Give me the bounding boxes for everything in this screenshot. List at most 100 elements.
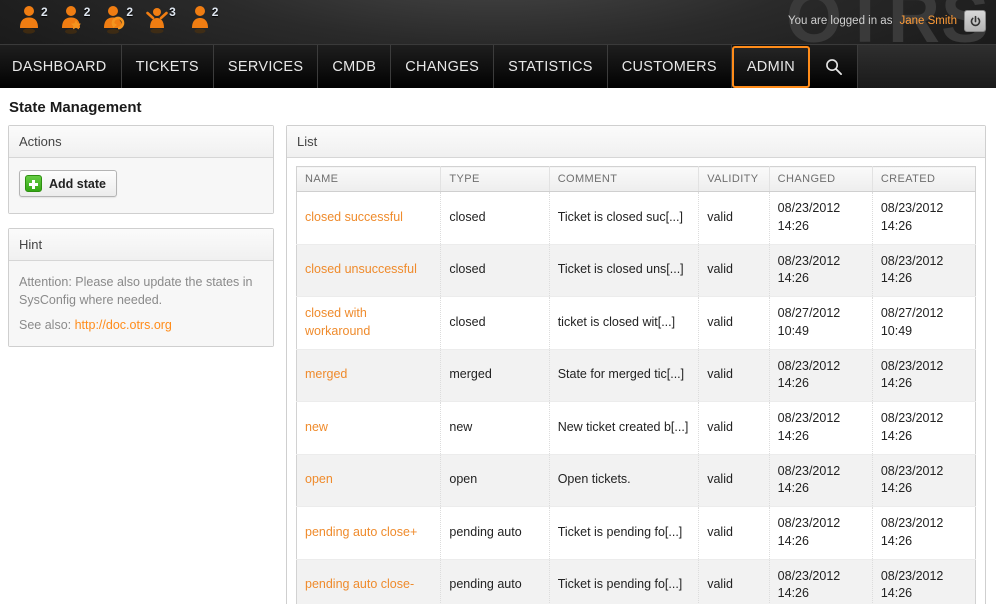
login-prefix-label: You are logged in as <box>788 15 892 27</box>
cell-name: closed successful <box>297 192 441 245</box>
table-row[interactable]: closed with workaroundclosedticket is cl… <box>297 297 976 350</box>
toolbar-badge-count: 2 <box>41 5 48 19</box>
cell-created: 08/23/2012 14:26 <box>872 559 975 604</box>
page-title: State Management <box>0 88 996 125</box>
actions-widget-title: Actions <box>9 126 273 158</box>
hint-see-also-label: See also: <box>19 318 71 332</box>
table-row[interactable]: pending auto close+ pending autoTicket is… <box>297 507 976 560</box>
cell-type: merged <box>441 349 549 402</box>
cell-type: pending auto <box>441 559 549 604</box>
add-state-button[interactable]: Add state <box>19 170 117 197</box>
hint-widget: Hint Attention: Please also update the s… <box>8 228 274 347</box>
toolbar-item-person[interactable]: 2 <box>18 4 48 34</box>
actions-widget: Actions Add state <box>8 125 274 214</box>
cell-type: pending auto <box>441 507 549 560</box>
table-row[interactable]: closed successfulclosedTicket is closed … <box>297 192 976 245</box>
list-widget-title: List <box>287 126 985 158</box>
table-row[interactable]: newnewNew ticket created b[...]valid08/2… <box>297 402 976 455</box>
column-header-type[interactable]: TYPE <box>441 167 549 192</box>
cell-created: 08/23/2012 14:26 <box>872 192 975 245</box>
nav-item-changes[interactable]: CHANGES <box>391 45 494 88</box>
nav-search-button[interactable] <box>810 45 858 88</box>
state-name-link[interactable]: open <box>305 472 333 486</box>
nav-item-label: SERVICES <box>228 45 303 88</box>
cell-name: pending auto close- <box>297 559 441 604</box>
table-row[interactable]: closed unsuccessfulclosedTicket is close… <box>297 244 976 297</box>
column-header-name[interactable]: NAME <box>297 167 441 192</box>
cell-created: 08/23/2012 14:26 <box>872 454 975 507</box>
logged-in-username[interactable]: Jane Smith <box>899 15 957 27</box>
app-header: OTRS 2 2 <box>0 0 996 88</box>
toolbar-item-person-raised-arms[interactable]: 3 <box>146 4 176 34</box>
states-table-body: closed successfulclosedTicket is closed … <box>297 192 976 604</box>
nav-item-statistics[interactable]: STATISTICS <box>494 45 608 88</box>
table-row[interactable]: mergedmergedState for merged tic[...]val… <box>297 349 976 402</box>
cell-comment: ticket is closed wit[...] <box>549 297 699 350</box>
nav-item-dashboard[interactable]: DASHBOARD <box>0 45 122 88</box>
hint-widget-body: Attention: Please also update the states… <box>9 261 273 346</box>
add-state-button-label: Add state <box>49 177 106 191</box>
search-icon <box>824 57 843 76</box>
nav-item-services[interactable]: SERVICES <box>214 45 318 88</box>
nav-item-label: DASHBOARD <box>12 45 107 88</box>
nav-item-label: TICKETS <box>136 45 199 88</box>
state-name-link[interactable]: new <box>305 420 328 434</box>
main-panel: List NAME TYPE COMMENT VALIDITY CHANGED … <box>286 125 986 604</box>
cell-type: open <box>441 454 549 507</box>
cell-validity: valid <box>699 297 769 350</box>
nav-item-admin[interactable]: ADMIN <box>732 46 810 88</box>
cell-validity: valid <box>699 507 769 560</box>
column-header-created[interactable]: CREATED <box>872 167 975 192</box>
nav-item-customers[interactable]: CUSTOMERS <box>608 45 732 88</box>
nav-item-label: ADMIN <box>747 48 795 86</box>
states-table: NAME TYPE COMMENT VALIDITY CHANGED CREAT… <box>296 166 976 604</box>
state-name-link[interactable]: pending auto close+ <box>305 525 417 539</box>
state-name-link[interactable]: closed successful <box>305 210 403 224</box>
person-plain-icon <box>189 4 211 34</box>
column-header-changed[interactable]: CHANGED <box>769 167 872 192</box>
cell-type: closed <box>441 244 549 297</box>
hint-see-also: See also: http://doc.otrs.org <box>19 318 263 332</box>
nav-item-tickets[interactable]: TICKETS <box>122 45 214 88</box>
table-header-row: NAME TYPE COMMENT VALIDITY CHANGED CREAT… <box>297 167 976 192</box>
toolbar-item-person-refresh[interactable]: 2 <box>103 4 133 34</box>
toolbar-item-person-plain[interactable]: 2 <box>189 4 219 34</box>
nav-item-label: STATISTICS <box>508 45 593 88</box>
cell-comment: Ticket is pending fo[...] <box>549 507 699 560</box>
cell-changed: 08/23/2012 14:26 <box>769 454 872 507</box>
sidebar: Actions Add state Hint Attention: Please… <box>8 125 274 361</box>
cell-changed: 08/23/2012 14:26 <box>769 244 872 297</box>
cell-changed: 08/27/2012 10:49 <box>769 297 872 350</box>
hint-doc-link[interactable]: http://doc.otrs.org <box>75 318 172 332</box>
cell-created: 08/23/2012 14:26 <box>872 349 975 402</box>
cell-name: new <box>297 402 441 455</box>
hint-text: Attention: Please also update the states… <box>19 273 263 309</box>
cell-name: open <box>297 454 441 507</box>
nav-item-label: CHANGES <box>405 45 479 88</box>
cell-changed: 08/23/2012 14:26 <box>769 192 872 245</box>
person-star-icon <box>61 4 83 34</box>
cell-changed: 08/23/2012 14:26 <box>769 507 872 560</box>
cell-changed: 08/23/2012 14:26 <box>769 349 872 402</box>
state-name-link[interactable]: merged <box>305 367 347 381</box>
cell-name: merged <box>297 349 441 402</box>
person-refresh-icon <box>103 4 125 34</box>
column-header-validity[interactable]: VALIDITY <box>699 167 769 192</box>
nav-filler <box>858 45 996 88</box>
table-row[interactable]: openopenOpen tickets.valid08/23/2012 14:… <box>297 454 976 507</box>
nav-item-label: CMDB <box>332 45 376 88</box>
column-header-comment[interactable]: COMMENT <box>549 167 699 192</box>
login-area: You are logged in as Jane Smith <box>788 10 986 32</box>
toolbar-item-person-star[interactable]: 2 <box>61 4 91 34</box>
person-icon <box>18 4 40 34</box>
cell-validity: valid <box>699 402 769 455</box>
nav-item-cmdb[interactable]: CMDB <box>318 45 391 88</box>
cell-name: closed with workaround <box>297 297 441 350</box>
page-content: Actions Add state Hint Attention: Please… <box>0 125 996 604</box>
toolbar-badge-count: 3 <box>169 5 176 19</box>
logout-button[interactable] <box>964 10 986 32</box>
state-name-link[interactable]: pending auto close- <box>305 577 414 591</box>
state-name-link[interactable]: closed with workaround <box>305 306 370 338</box>
state-name-link[interactable]: closed unsuccessful <box>305 262 417 276</box>
table-row[interactable]: pending auto close-pending autoTicket is… <box>297 559 976 604</box>
